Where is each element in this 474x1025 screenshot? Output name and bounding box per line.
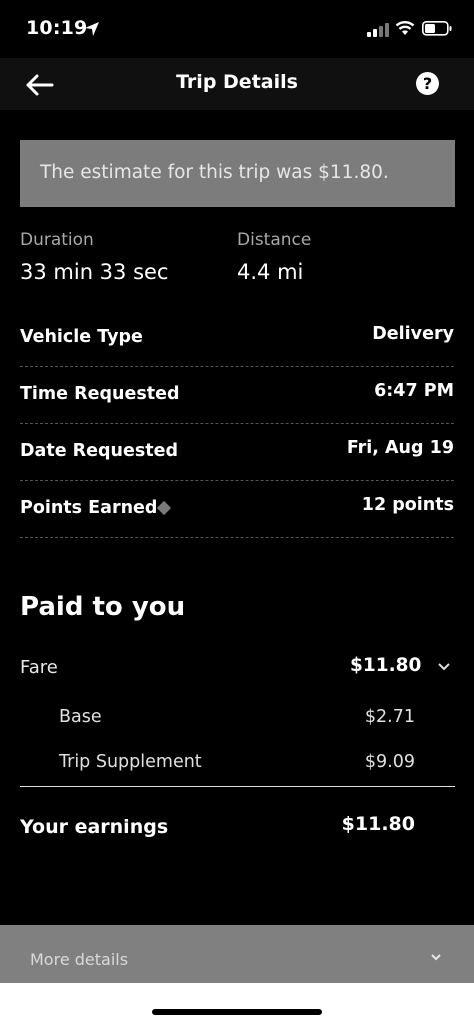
chevron-down-icon	[431, 954, 441, 961]
row-label: Date Requested	[20, 441, 179, 461]
distance-label: Distance	[237, 230, 312, 250]
row-label: Time Requested	[20, 384, 180, 404]
duration-value: 33 min 33 sec	[20, 260, 169, 284]
row-label: Points Earned	[20, 498, 158, 518]
detail-row-time-requested: Time Requested 6:47 PM	[20, 367, 454, 424]
status-bar: 10:19	[0, 0, 474, 58]
trip-details-content: The estimate for this trip was $11.80. D…	[0, 110, 474, 925]
cellular-signal-icon	[367, 23, 389, 37]
duration-label: Duration	[20, 230, 94, 250]
distance-value: 4.4 mi	[237, 260, 304, 284]
fare-label: Fare	[20, 657, 58, 678]
battery-icon	[422, 21, 452, 36]
more-details-button[interactable]: More details	[0, 925, 474, 983]
help-button[interactable]: ?	[416, 72, 439, 95]
detail-row-vehicle-type: Vehicle Type Delivery	[20, 310, 454, 367]
home-indicator-area	[0, 983, 474, 1025]
top-navigation-bar: Trip Details ?	[0, 58, 474, 110]
wifi-icon	[395, 21, 415, 35]
trip-supplement-value: $9.09	[364, 752, 415, 772]
earnings-value: $11.80	[341, 813, 415, 835]
base-label: Base	[59, 707, 102, 727]
estimate-text: The estimate for this trip was $11.80.	[40, 162, 389, 183]
more-details-label: More details	[30, 950, 129, 969]
trip-supplement-label: Trip Supplement	[59, 752, 202, 772]
row-value: 6:47 PM	[374, 381, 454, 401]
status-time: 10:19	[26, 17, 88, 39]
detail-row-points-earned: Points Earned 12 points	[20, 481, 454, 538]
row-value: Delivery	[372, 324, 454, 344]
fare-value: $11.80	[350, 655, 422, 676]
points-diamond-icon	[156, 500, 172, 516]
home-indicator[interactable]	[152, 1009, 322, 1015]
earnings-label: Your earnings	[20, 816, 169, 838]
location-arrow-icon	[85, 22, 99, 36]
estimate-banner: The estimate for this trip was $11.80.	[20, 140, 455, 207]
question-icon: ?	[422, 74, 433, 93]
page-title: Trip Details	[176, 71, 298, 93]
row-value: 12 points	[361, 495, 454, 515]
detail-row-date-requested: Date Requested Fri, Aug 19	[20, 424, 454, 481]
paid-section-title: Paid to you	[20, 592, 186, 622]
row-value: Fri, Aug 19	[346, 438, 454, 458]
chevron-down-icon[interactable]	[437, 662, 451, 671]
row-label: Vehicle Type	[20, 327, 143, 347]
base-value: $2.71	[364, 707, 415, 727]
earnings-divider	[20, 786, 455, 787]
